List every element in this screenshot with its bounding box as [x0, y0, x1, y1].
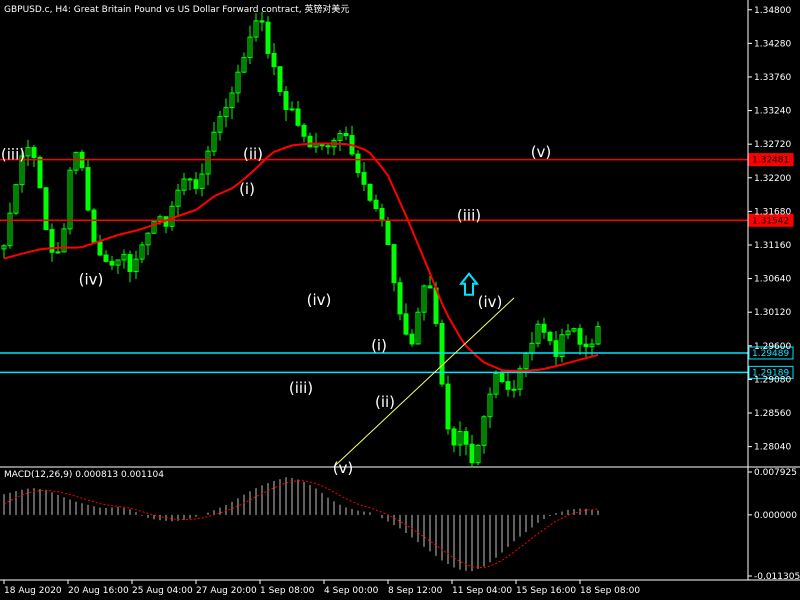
- wave-label: (iii): [1, 146, 25, 164]
- candle-body: [427, 285, 433, 289]
- candle-body: [271, 52, 277, 68]
- time-axis[interactable]: 18 Aug 2020 20 Aug 16:00 25 Aug 04:00 27 Au…: [0, 579, 800, 596]
- time-tick-label: 4 Sep 00:00: [324, 586, 379, 596]
- wave-label: (v): [531, 143, 552, 161]
- time-tick-label: 1 Sep 08:00: [260, 586, 315, 596]
- candle-body: [295, 108, 301, 126]
- candle-body: [37, 157, 43, 189]
- candle-body: [409, 333, 415, 345]
- candle-body: [451, 428, 457, 446]
- price-tick-label: 1.31680: [754, 207, 791, 217]
- time-tick-label: 20 Aug 16:00: [68, 586, 129, 596]
- candle-body: [85, 167, 91, 211]
- candle-body: [283, 91, 289, 110]
- macd-tick-label: 0.000000: [754, 511, 797, 521]
- time-tick-label: 25 Aug 04:00: [132, 586, 193, 596]
- price-tick-label: 1.30640: [754, 275, 791, 285]
- price-tick-label: 1.28040: [754, 443, 791, 453]
- wave-label: (iv): [79, 270, 104, 288]
- candle-body: [55, 251, 61, 254]
- macd-signal-line: [3, 480, 599, 569]
- price-tick-label: 1.33240: [754, 107, 791, 117]
- candle-body: [547, 331, 553, 342]
- wave-label: (ii): [375, 393, 395, 411]
- candle-body: [463, 431, 469, 445]
- chart-canvas[interactable]: (iii) (iv) (ii) (i) (iv) (iii) (v) (i) (ii) (v) (i…: [0, 0, 800, 600]
- candle-body: [193, 179, 199, 189]
- candle-body: [553, 340, 559, 357]
- wave-label: (iv): [307, 291, 332, 309]
- time-tick-label: 27 Aug 20:00: [196, 586, 257, 596]
- candle-body: [307, 135, 313, 148]
- time-tick-label: 18 Aug 2020: [4, 586, 62, 596]
- price-tick-label: 1.28560: [754, 409, 791, 419]
- candle-body: [583, 343, 589, 348]
- candle-body: [367, 183, 373, 201]
- candle-body: [289, 108, 295, 111]
- candle-body: [91, 209, 97, 243]
- macd-pane[interactable]: [3, 477, 599, 572]
- price-tick-label: 1.29080: [754, 375, 791, 385]
- candle-body: [439, 322, 445, 385]
- candle-body: [127, 254, 133, 273]
- trendline: [333, 297, 515, 468]
- candle-body: [499, 373, 505, 383]
- moving-average-line: [3, 142, 599, 373]
- price-tick-label: 1.30120: [754, 308, 791, 318]
- candle-body: [265, 21, 271, 54]
- candle-body: [187, 178, 193, 181]
- candle-body: [103, 254, 109, 262]
- candle-body: [511, 388, 517, 391]
- candle-body: [403, 313, 409, 335]
- wave-label: (iv): [478, 293, 503, 311]
- candle-body: [325, 145, 331, 148]
- candle-body: [97, 241, 103, 256]
- resistance-price-label: 1.31542: [752, 216, 789, 226]
- wave-label: (iii): [289, 379, 313, 397]
- price-axis[interactable]: 1.324811.315421.294891.291891.348001.342…: [747, 0, 800, 582]
- price-pane[interactable]: (iii) (iv) (ii) (i) (iv) (iii) (v) (i) (ii) (v) (i…: [0, 12, 800, 477]
- wave-label: (i): [239, 180, 255, 198]
- wave-label: (ii): [243, 145, 263, 163]
- candle-body: [541, 323, 547, 333]
- candle-body: [379, 207, 385, 222]
- price-tick-label: 1.31160: [754, 241, 791, 251]
- wave-label: (v): [333, 459, 354, 477]
- candle-body: [361, 172, 367, 185]
- candle-body: [277, 66, 283, 93]
- wave-label: (iii): [457, 206, 481, 224]
- candle-body: [373, 199, 379, 209]
- price-tick-label: 1.33760: [754, 73, 791, 83]
- candle-body: [445, 383, 451, 430]
- macd-tick-label: 0.007925: [754, 468, 797, 478]
- candle-body: [397, 282, 403, 315]
- candle-body: [469, 443, 475, 464]
- candle-body: [355, 153, 361, 174]
- chart-title: GBPUSD.c, H4: Great Britain Pound vs US …: [4, 5, 350, 15]
- time-tick-label: 11 Sep 04:00: [452, 586, 512, 596]
- candle-body: [31, 147, 37, 159]
- price-tick-label: 1.32720: [754, 140, 791, 150]
- time-tick-label: 8 Sep 12:00: [388, 586, 443, 596]
- price-tick-label: 1.34280: [754, 39, 791, 49]
- time-tick-label: 18 Sep 08:00: [580, 586, 640, 596]
- candle-body: [259, 20, 265, 23]
- price-tick-label: 1.34800: [754, 6, 791, 16]
- candle-body: [505, 381, 511, 390]
- candle-body: [577, 328, 583, 345]
- price-tick-label: 1.29600: [754, 342, 791, 352]
- candle-body: [385, 220, 391, 246]
- candle-body: [391, 244, 397, 284]
- arrow-up-icon: [458, 272, 480, 296]
- time-tick-label: 15 Sep 16:00: [516, 586, 576, 596]
- price-tick-label: 1.32200: [754, 174, 791, 184]
- candle-body: [343, 133, 349, 137]
- candle-body: [301, 124, 307, 137]
- resistance-price-label: 1.32481: [752, 156, 789, 166]
- candle-body: [43, 187, 49, 231]
- chart-window[interactable]: (iii) (iv) (ii) (i) (iv) (iii) (v) (i) (ii) (v) (i…: [0, 0, 800, 600]
- macd-title: MACD(12,26,9) 0.000813 0.001104: [4, 470, 164, 480]
- candle-body: [109, 260, 115, 266]
- wave-label: (i): [371, 336, 387, 354]
